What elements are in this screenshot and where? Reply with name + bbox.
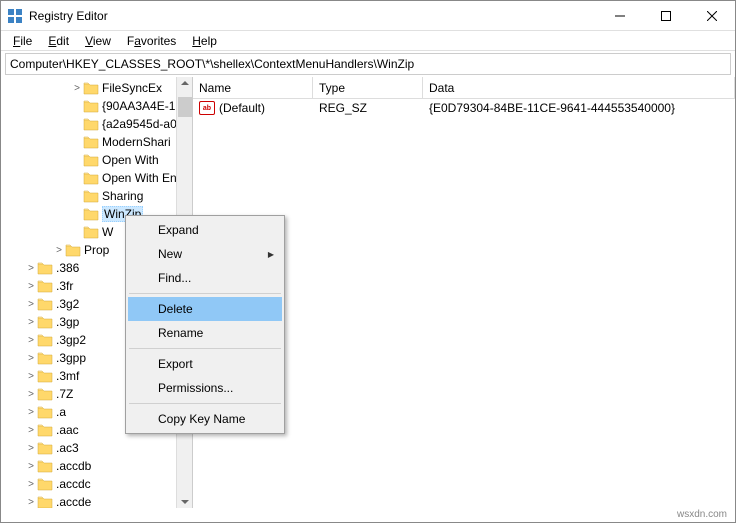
window-title: Registry Editor [29, 9, 597, 23]
menu-edit[interactable]: Edit [42, 32, 75, 50]
tree-item-label: .aac [56, 423, 79, 437]
tree-item-label: .3g2 [56, 297, 79, 311]
expander-icon[interactable]: > [25, 299, 37, 310]
expander-icon[interactable]: > [53, 245, 65, 256]
expander-icon[interactable]: > [25, 317, 37, 328]
tree-item[interactable]: ModernShari [5, 133, 192, 151]
expander-icon[interactable]: > [25, 263, 37, 274]
menu-item-permissions[interactable]: Permissions... [128, 376, 282, 400]
col-header-name[interactable]: Name [193, 77, 313, 98]
tree-item-label: W [102, 225, 113, 239]
tree-item-label: .a [56, 405, 66, 419]
menu-separator [129, 403, 281, 404]
tree-item-label: Prop [84, 243, 109, 257]
tree-item-label: FileSyncEx [102, 81, 162, 95]
expander-icon[interactable]: > [25, 335, 37, 346]
list-header: Name Type Data [193, 77, 735, 99]
tree-item-label: .3gpp [56, 351, 86, 365]
tree-item-label: .accdc [56, 477, 91, 491]
tree-item-label: Open With En [102, 171, 177, 185]
menu-favorites[interactable]: Favorites [121, 32, 182, 50]
col-header-type[interactable]: Type [313, 77, 423, 98]
menu-item-rename[interactable]: Rename [128, 321, 282, 345]
value-type: REG_SZ [313, 101, 423, 115]
minimize-button[interactable] [597, 1, 643, 31]
tree-item-label: .3mf [56, 369, 79, 383]
close-button[interactable] [689, 1, 735, 31]
tree-item[interactable]: > .accdb [5, 457, 192, 475]
expander-icon[interactable]: > [25, 443, 37, 454]
menu-help[interactable]: Help [186, 32, 223, 50]
context-menu: Expand New Find... Delete Rename Export … [125, 215, 285, 434]
tree-item[interactable]: > .accde [5, 493, 192, 508]
value-name: (Default) [219, 101, 265, 115]
expander-icon[interactable]: > [25, 281, 37, 292]
tree-item-label: .3gp [56, 315, 79, 329]
app-icon [7, 8, 23, 24]
scroll-down-icon[interactable] [177, 496, 193, 508]
expander-icon[interactable]: > [25, 497, 37, 508]
menu-item-copy-key-name[interactable]: Copy Key Name [128, 407, 282, 431]
expander-icon[interactable]: > [25, 461, 37, 472]
scroll-up-icon[interactable] [177, 77, 193, 89]
reg-string-icon: ab [199, 101, 215, 115]
menu-file[interactable]: File [7, 32, 38, 50]
scroll-thumb[interactable] [178, 97, 192, 117]
maximize-button[interactable] [643, 1, 689, 31]
tree-item-label: .3fr [56, 279, 73, 293]
tree-item-label: {90AA3A4E-1 [102, 99, 175, 113]
expander-icon[interactable]: > [25, 479, 37, 490]
value-data: {E0D79304-84BE-11CE-9641-444553540000} [423, 101, 681, 115]
tree-item-label: Sharing [102, 189, 143, 203]
tree-item-label: ModernShari [102, 135, 171, 149]
tree-item[interactable]: Open With En [5, 169, 192, 187]
address-bar[interactable]: Computer\HKEY_CLASSES_ROOT\*\shellex\Con… [5, 53, 731, 75]
tree-item-label: .386 [56, 261, 79, 275]
list-row[interactable]: ab (Default) REG_SZ {E0D79304-84BE-11CE-… [193, 99, 735, 117]
tree-item[interactable]: Sharing [5, 187, 192, 205]
col-header-data[interactable]: Data [423, 77, 735, 98]
expander-icon[interactable]: > [25, 407, 37, 418]
address-path: Computer\HKEY_CLASSES_ROOT\*\shellex\Con… [10, 57, 414, 71]
menu-item-expand[interactable]: Expand [128, 218, 282, 242]
menu-item-export[interactable]: Export [128, 352, 282, 376]
tree-item-label: {a2a9545d-a0 [102, 117, 177, 131]
menu-item-find[interactable]: Find... [128, 266, 282, 290]
tree-item[interactable]: > FileSyncEx [5, 79, 192, 97]
menu-item-delete[interactable]: Delete [128, 297, 282, 321]
tree-item-label: .ac3 [56, 441, 79, 455]
tree-item-label: .3gp2 [56, 333, 86, 347]
footer-watermark: wsxdn.com [677, 509, 727, 520]
menu-separator [129, 293, 281, 294]
tree-item[interactable]: > .ac3 [5, 439, 192, 457]
expander-icon[interactable]: > [25, 389, 37, 400]
tree-item-label: .accde [56, 495, 91, 508]
tree-item[interactable]: Open With [5, 151, 192, 169]
menu-item-new[interactable]: New [128, 242, 282, 266]
menu-view[interactable]: View [79, 32, 117, 50]
titlebar: Registry Editor [1, 1, 735, 31]
tree-item[interactable]: > .accdc [5, 475, 192, 493]
expander-icon[interactable]: > [25, 371, 37, 382]
expander-icon[interactable]: > [25, 353, 37, 364]
expander-icon[interactable]: > [25, 425, 37, 436]
tree-item-label: .accdb [56, 459, 91, 473]
tree-item-label: .7Z [56, 387, 73, 401]
tree-item[interactable]: {a2a9545d-a0 [5, 115, 192, 133]
menubar: File Edit View Favorites Help [1, 31, 735, 51]
expander-icon[interactable]: > [71, 83, 83, 94]
tree-item[interactable]: {90AA3A4E-1 [5, 97, 192, 115]
tree-item-label: Open With [102, 153, 159, 167]
menu-separator [129, 348, 281, 349]
